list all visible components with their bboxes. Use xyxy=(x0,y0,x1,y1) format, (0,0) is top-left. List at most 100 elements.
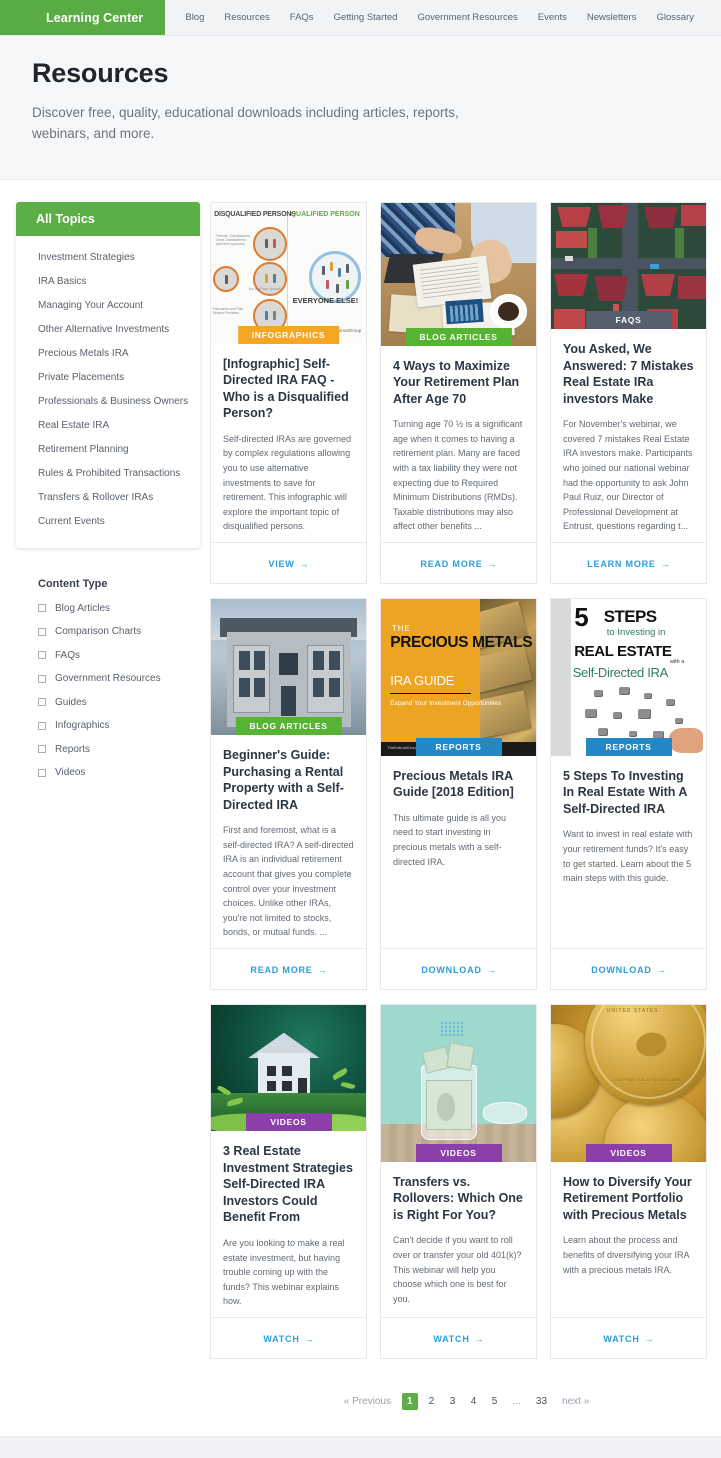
card-title[interactable]: [Infographic] Self-Directed IRA FAQ - Wh… xyxy=(223,356,354,422)
sidebar-item-real-estate-ira[interactable]: Real Estate IRA xyxy=(16,414,200,438)
resource-card[interactable]: UNITED STATES 1 OZ FINE GOLD~50 DOLLARS … xyxy=(550,1003,707,1359)
arrow-right-icon: → xyxy=(469,1333,484,1344)
checkbox-icon[interactable] xyxy=(38,627,46,636)
checkbox-icon[interactable] xyxy=(38,698,46,707)
card-thumbnail[interactable]: BLOG ARTICLES xyxy=(381,202,536,346)
pagination-next[interactable]: next » xyxy=(558,1394,593,1409)
pagination-page-33[interactable]: 33 xyxy=(532,1394,551,1409)
card-body: Precious Metals IRA Guide [2018 Edition]… xyxy=(381,756,536,948)
card-title[interactable]: Transfers vs. Rollovers: Which One is Ri… xyxy=(393,1174,524,1224)
nav-link-government-resources[interactable]: Government Resources xyxy=(407,0,527,36)
content-type-guides[interactable]: Guides xyxy=(38,697,200,708)
resource-grid-area: DISQUALIFIED PERSONS QUALIFIED PERSON EV… xyxy=(200,201,721,1418)
nav-link-faqs[interactable]: FAQs xyxy=(280,0,324,36)
resource-card[interactable]: 5 STEPS to Investing in REAL ESTATE with… xyxy=(550,597,707,990)
resource-card[interactable]: DISQUALIFIED PERSONS QUALIFIED PERSON EV… xyxy=(210,201,367,584)
sidebar-item-professionals-business-owners[interactable]: Professionals & Business Owners xyxy=(16,390,200,414)
card-description: Learn about the process and benefits of … xyxy=(563,1235,690,1275)
content-type-reports[interactable]: Reports xyxy=(38,744,200,755)
card-thumbnail[interactable]: DISQUALIFIED PERSONS QUALIFIED PERSON EV… xyxy=(211,202,366,344)
checkbox-icon[interactable] xyxy=(38,768,46,777)
pagination-previous[interactable]: « Previous xyxy=(340,1394,395,1409)
pagination-page-1[interactable]: 1 xyxy=(401,1392,418,1410)
brand-learning-center[interactable]: Learning Center xyxy=(0,0,166,35)
nav-link-newsletters[interactable]: Newsletters xyxy=(577,0,647,36)
sidebar-item-transfers-rollover-iras[interactable]: Transfers & Rollover IRAs xyxy=(16,486,200,510)
checkbox-icon[interactable] xyxy=(38,604,46,613)
content-type-faqs[interactable]: FAQs xyxy=(38,650,200,661)
sidebar-item-other-alternative-investments[interactable]: Other Alternative Investments xyxy=(16,318,200,342)
pagination-page-3[interactable]: 3 xyxy=(446,1394,460,1409)
card-cta-watch[interactable]: WATCH → xyxy=(433,1334,483,1344)
card-title[interactable]: Precious Metals IRA Guide [2018 Edition] xyxy=(393,768,524,801)
checkbox-icon[interactable] xyxy=(38,651,46,660)
card-thumbnail[interactable]: THE PRECIOUS METALS IRA GUIDE Expand You… xyxy=(381,598,536,756)
card-cta-learn-more[interactable]: LEARN MORE → xyxy=(587,559,670,569)
pagination-page-2[interactable]: 2 xyxy=(425,1394,439,1409)
sidebar-item-current-events[interactable]: Current Events xyxy=(16,510,200,534)
card-description: This ultimate guide is all you need to s… xyxy=(393,812,507,867)
cover-text-precious-metals: PRECIOUS METALS xyxy=(390,633,533,651)
sidebar-item-precious-metals-ira[interactable]: Precious Metals IRA xyxy=(16,342,200,366)
content-type-videos[interactable]: Videos xyxy=(38,767,200,778)
couple-reviewing-paperwork-image xyxy=(381,202,536,346)
card-thumbnail[interactable]: BLOG ARTICLES xyxy=(211,598,366,736)
page-subtitle: Discover free, quality, educational down… xyxy=(32,105,459,141)
sidebar-item-managing-your-account[interactable]: Managing Your Account xyxy=(16,294,200,318)
content-type-comparison-charts[interactable]: Comparison Charts xyxy=(38,626,200,637)
checkbox-icon[interactable] xyxy=(38,745,46,754)
card-title[interactable]: 3 Real Estate Investment Strategies Self… xyxy=(223,1143,354,1226)
resource-card[interactable]: FAQS You Asked, We Answered: 7 Mistakes … xyxy=(550,201,707,584)
card-cta-watch[interactable]: WATCH → xyxy=(603,1334,653,1344)
precious-metals-guide-cover-image: THE PRECIOUS METALS IRA GUIDE Expand You… xyxy=(381,598,536,756)
checkbox-icon[interactable] xyxy=(38,721,46,730)
nav-link-resources[interactable]: Resources xyxy=(214,0,279,36)
card-thumbnail[interactable]: VIDEOS xyxy=(211,1004,366,1132)
card-cta-view[interactable]: VIEW → xyxy=(268,559,308,569)
card-body: How to Diversify Your Retirement Portfol… xyxy=(551,1162,706,1317)
card-title[interactable]: How to Diversify Your Retirement Portfol… xyxy=(563,1174,694,1224)
card-cta-download[interactable]: DOWNLOAD → xyxy=(421,965,495,975)
nav-link-events[interactable]: Events xyxy=(528,0,577,36)
resource-card[interactable]: VIDEOS 3 Real Estate Investment Strategi… xyxy=(210,1003,367,1359)
card-thumbnail[interactable]: 5 STEPS to Investing in REAL ESTATE with… xyxy=(551,598,706,756)
nav-link-glossary[interactable]: Glossary xyxy=(646,0,703,36)
card-thumbnail[interactable]: VIDEOS xyxy=(381,1004,536,1162)
card-title[interactable]: 4 Ways to Maximize Your Retirement Plan … xyxy=(393,358,524,408)
sidebar-item-retirement-planning[interactable]: Retirement Planning xyxy=(16,438,200,462)
resource-card[interactable]: THE PRECIOUS METALS IRA GUIDE Expand You… xyxy=(380,597,537,990)
resource-grid-row-3: VIDEOS 3 Real Estate Investment Strategi… xyxy=(210,1003,721,1359)
content-type-government-resources[interactable]: Government Resources xyxy=(38,673,200,684)
card-description: Want to invest in real estate with your … xyxy=(563,829,693,884)
checkbox-icon[interactable] xyxy=(38,674,46,683)
chevron-left-icon: « xyxy=(343,1395,350,1407)
resource-card[interactable]: BLOG ARTICLES Beginner's Guide: Purchasi… xyxy=(210,597,367,990)
cover-text-tagline: Expand Your Investment Opportunities xyxy=(390,700,502,708)
content-type-blog-articles[interactable]: Blog Articles xyxy=(38,603,200,614)
sidebar-item-investment-strategies[interactable]: Investment Strategies xyxy=(16,246,200,270)
card-thumbnail[interactable]: FAQS xyxy=(551,202,706,330)
pagination-page-5[interactable]: 5 xyxy=(488,1394,502,1409)
nav-link-blog[interactable]: Blog xyxy=(175,0,214,36)
nav-link-getting-started[interactable]: Getting Started xyxy=(324,0,408,36)
card-title[interactable]: You Asked, We Answered: 7 Mistakes Real … xyxy=(563,341,694,407)
resource-card[interactable]: VIDEOS Transfers vs. Rollovers: Which On… xyxy=(380,1003,537,1359)
sidebar-item-private-placements[interactable]: Private Placements xyxy=(16,366,200,390)
sidebar-item-rules-prohibited-transactions[interactable]: Rules & Prohibited Transactions xyxy=(16,462,200,486)
topics-list: Investment Strategies IRA Basics Managin… xyxy=(16,236,200,548)
pagination-page-4[interactable]: 4 xyxy=(467,1394,481,1409)
card-title[interactable]: 5 Steps To Investing In Real Estate With… xyxy=(563,768,694,818)
card-badge: REPORTS xyxy=(415,737,502,756)
card-cta-watch[interactable]: WATCH → xyxy=(263,1334,313,1344)
card-cta-read-more[interactable]: READ MORE → xyxy=(250,965,326,975)
card-cta-download[interactable]: DOWNLOAD → xyxy=(591,965,665,975)
card-title[interactable]: Beginner's Guide: Purchasing a Rental Pr… xyxy=(223,747,354,813)
sidebar-item-ira-basics[interactable]: IRA Basics xyxy=(16,270,200,294)
card-cta-read-more[interactable]: READ MORE → xyxy=(420,559,496,569)
card-thumbnail[interactable]: UNITED STATES 1 OZ FINE GOLD~50 DOLLARS … xyxy=(551,1004,706,1162)
content-type-label: Reports xyxy=(55,743,91,755)
nav-links: Blog Resources FAQs Getting Started Gove… xyxy=(165,0,704,35)
pagination-previous-label: Previous xyxy=(352,1395,391,1407)
content-type-infographics[interactable]: Infographics xyxy=(38,720,200,731)
resource-card[interactable]: BLOG ARTICLES 4 Ways to Maximize Your Re… xyxy=(380,201,537,584)
